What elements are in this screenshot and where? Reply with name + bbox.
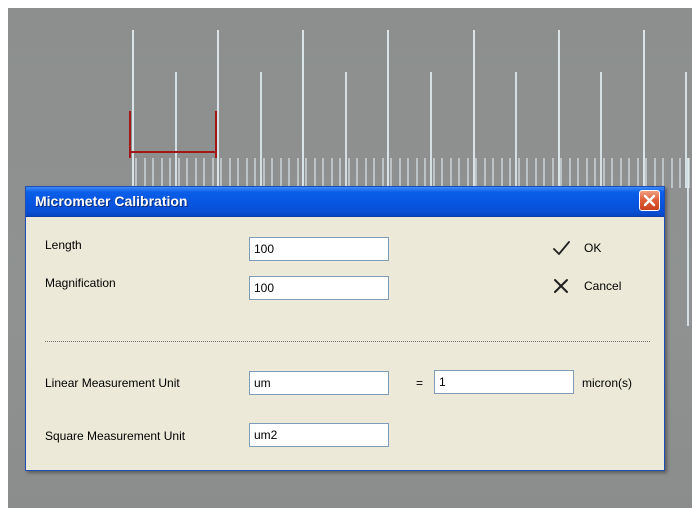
- equals-sign: =: [416, 376, 424, 390]
- ok-button[interactable]: OK: [550, 236, 601, 260]
- ok-label: OK: [584, 241, 602, 255]
- dialog-body: Length Magnification OK Cancel Linear Me…: [26, 217, 664, 470]
- close-button[interactable]: [639, 190, 660, 211]
- magnification-label: Magnification: [45, 276, 116, 290]
- cross-icon: [550, 276, 572, 296]
- micron-label: micron(s): [582, 376, 632, 390]
- magnification-field[interactable]: [249, 276, 389, 300]
- cancel-button[interactable]: Cancel: [550, 274, 621, 298]
- title-bar[interactable]: Micrometer Calibration: [26, 187, 664, 217]
- close-icon: [643, 194, 656, 207]
- linear-unit-field[interactable]: [249, 371, 389, 395]
- measure-marker[interactable]: [129, 111, 217, 158]
- micrometer-calibration-dialog: Micrometer Calibration Length Magnificat…: [25, 186, 665, 471]
- cancel-label: Cancel: [584, 279, 622, 293]
- length-field[interactable]: [249, 237, 389, 261]
- square-unit-label: Square Measurement Unit: [45, 429, 186, 443]
- square-unit-field[interactable]: [249, 423, 389, 447]
- linear-unit-label: Linear Measurement Unit: [45, 376, 180, 390]
- checkmark-icon: [550, 238, 572, 258]
- micron-factor-field[interactable]: [434, 370, 574, 394]
- length-label: Length: [45, 238, 82, 252]
- dialog-title: Micrometer Calibration: [35, 193, 188, 209]
- separator: [45, 341, 650, 342]
